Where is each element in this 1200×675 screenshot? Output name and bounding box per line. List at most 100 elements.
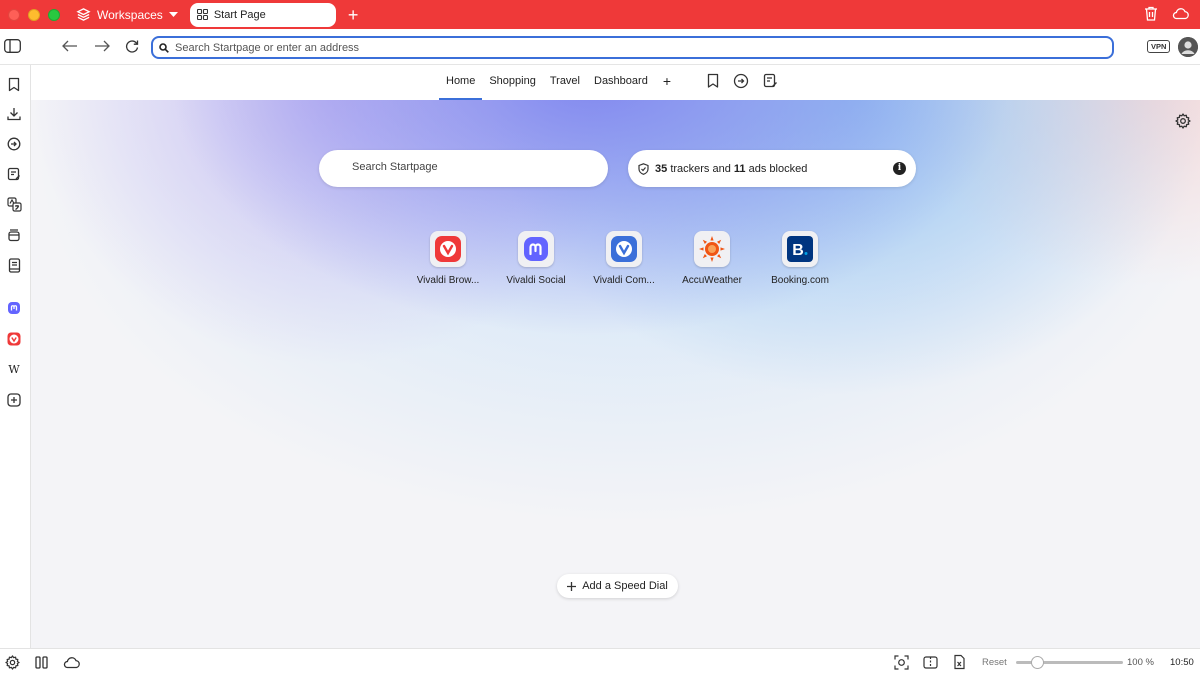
cloud-icon[interactable] [63, 655, 81, 669]
notes-icon[interactable] [763, 73, 778, 89]
sidebar-icon [4, 39, 21, 53]
back-button[interactable] [62, 40, 78, 52]
tab-home[interactable]: Home [439, 65, 483, 100]
sidebar-item-notes[interactable] [5, 165, 23, 183]
tab-dashboard[interactable]: Dashboard [587, 65, 655, 100]
layers-icon [76, 8, 91, 21]
trackers-text: trackers and [670, 162, 731, 175]
vivaldi-community-icon [611, 236, 637, 262]
notes-icon [7, 167, 20, 181]
speed-dial-thumbnail [430, 231, 466, 267]
tab-travel[interactable]: Travel [543, 65, 587, 100]
window-controls [8, 8, 60, 21]
speed-dial-vivaldi-community[interactable]: Vivaldi Com... [580, 231, 668, 286]
caret-down-icon [168, 11, 178, 17]
user-icon [1178, 37, 1198, 57]
tab-start-page[interactable]: Start Page [189, 2, 336, 27]
download-icon [7, 108, 21, 121]
tab-shopping[interactable]: Shopping [482, 65, 543, 100]
history-icon [7, 137, 21, 151]
reload-button[interactable] [125, 39, 139, 53]
speed-dial-accuweather[interactable]: AccuWeather [668, 231, 756, 286]
status-bar: Reset 100 % 10:50 [0, 648, 1200, 675]
speed-dial-thumbnail [518, 231, 554, 267]
new-tab-button[interactable]: + [348, 6, 359, 24]
add-speed-dial-label: Add a Speed Dial [582, 580, 668, 592]
translate-icon [6, 196, 22, 212]
speed-dial-label: AccuWeather [682, 275, 742, 286]
sidebar-item-downloads[interactable] [5, 105, 23, 123]
speed-dial-vivaldi-social[interactable]: Vivaldi Social [492, 231, 580, 286]
add-tab-button[interactable]: + [655, 65, 679, 100]
speed-dial-label: Vivaldi Com... [593, 275, 655, 286]
address-input[interactable] [175, 41, 1075, 54]
bookmark-icon [8, 77, 20, 91]
cloud-icon[interactable] [1172, 6, 1190, 20]
speed-dial-vivaldi-browser[interactable]: Vivaldi Brow... [404, 231, 492, 286]
vivaldi-icon [7, 332, 21, 346]
capture-icon[interactable] [894, 654, 909, 670]
mastodon-icon [524, 237, 548, 261]
speed-dial-grid: Vivaldi Brow... Vivaldi Social Vivaldi C… [404, 231, 844, 286]
trackers-count: 35 [655, 162, 668, 175]
address-field[interactable] [151, 36, 1114, 59]
search-icon [159, 42, 169, 53]
speed-dial-thumbnail: B [782, 231, 818, 267]
address-toolbar: VPN [0, 29, 1200, 65]
ads-text: ads blocked [748, 162, 808, 175]
arrow-left-icon [62, 40, 77, 52]
start-page-nav: Home Shopping Travel Dashboard + [31, 65, 1200, 100]
zoom-window-button[interactable] [48, 8, 60, 21]
profile-avatar[interactable] [1178, 37, 1198, 57]
sidebar-item-reading-list[interactable] [5, 226, 23, 244]
gear-icon[interactable] [1175, 113, 1191, 129]
zoom-slider-handle[interactable] [1031, 656, 1044, 669]
sidebar-item-add-panel[interactable] [5, 391, 23, 409]
svg-text:W: W [8, 363, 20, 375]
speed-dial-thumbnail [606, 231, 642, 267]
title-bar: Workspaces Start Page + [0, 0, 1200, 29]
vpn-button[interactable]: VPN [1147, 40, 1171, 53]
sidebar-item-reader[interactable] [5, 256, 23, 274]
trash-icon[interactable] [1144, 6, 1158, 21]
sidebar-item-bookmarks[interactable] [5, 75, 23, 93]
sidebar-item-wikipedia[interactable]: W [5, 360, 23, 378]
minimize-window-button[interactable] [28, 8, 40, 21]
speed-dial-label: Vivaldi Social [506, 275, 566, 286]
speed-dial-label: Booking.com [771, 275, 829, 286]
sidebar-item-vivaldi[interactable] [5, 330, 23, 348]
forward-button[interactable] [94, 40, 110, 52]
arrow-right-icon [95, 40, 110, 52]
startpage-search-input[interactable] [352, 161, 592, 173]
tracker-blocker-summary[interactable]: 35 trackers and 11 ads blocked i [628, 150, 916, 187]
grid-icon [196, 9, 208, 20]
panel-toggle-button[interactable] [4, 39, 21, 53]
page-actions-icon[interactable] [952, 654, 967, 670]
tile-tabs-icon[interactable] [34, 655, 49, 670]
zoom-reset-button[interactable]: Reset [982, 657, 1007, 668]
sidebar-item-translate[interactable] [5, 195, 23, 213]
add-panel-icon [7, 393, 21, 407]
tab-title: Start Page [213, 8, 266, 21]
booking-icon: B [787, 236, 813, 262]
reload-icon [125, 40, 139, 53]
add-speed-dial-button[interactable]: Add a Speed Dial [557, 574, 678, 598]
startpage-search[interactable] [319, 150, 608, 187]
start-page: Home Shopping Travel Dashboard + 35 trac… [31, 65, 1200, 648]
history-icon[interactable] [733, 73, 749, 89]
page-tiling-icon[interactable] [923, 655, 938, 670]
close-window-button[interactable] [8, 8, 20, 21]
workspaces-button[interactable]: Workspaces [76, 7, 178, 22]
shield-icon [638, 162, 649, 175]
info-icon[interactable]: i [893, 162, 906, 175]
vivaldi-icon [435, 236, 461, 262]
reading-list-icon [8, 229, 20, 242]
book-icon [8, 257, 20, 273]
wikipedia-icon: W [8, 363, 20, 375]
sidebar-item-history[interactable] [5, 135, 23, 153]
bookmark-icon[interactable] [707, 73, 719, 89]
settings-icon[interactable] [5, 655, 20, 670]
sidebar-item-mastodon[interactable] [5, 299, 23, 317]
speed-dial-booking[interactable]: B Booking.com [756, 231, 844, 286]
ads-count: 11 [733, 162, 746, 175]
